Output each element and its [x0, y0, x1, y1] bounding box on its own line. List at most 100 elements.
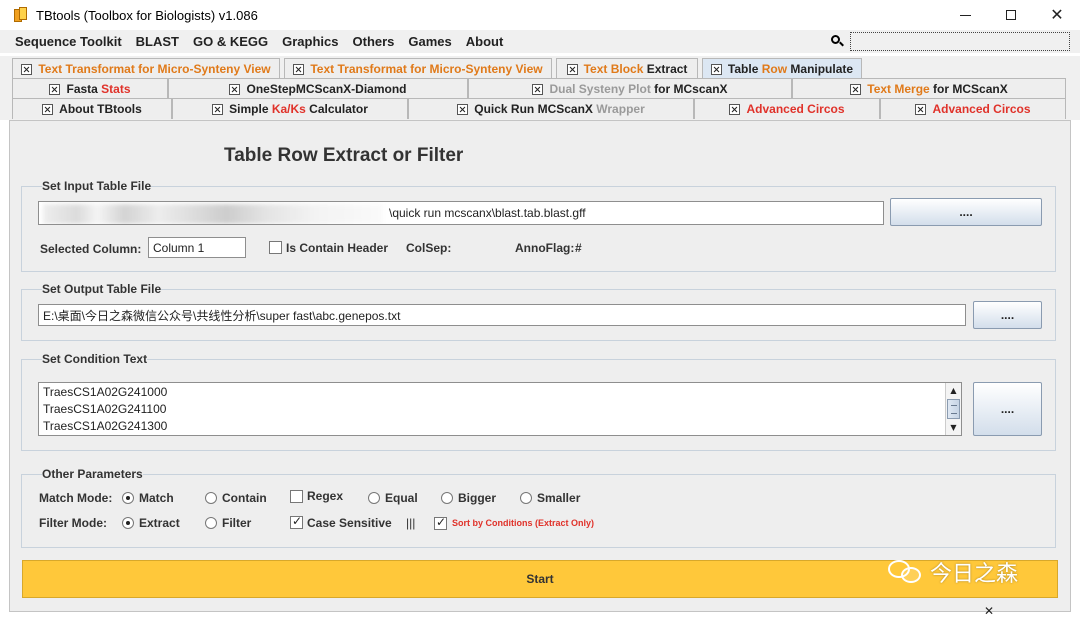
smaller-radio[interactable] [520, 492, 532, 504]
close-tab-icon[interactable] [49, 83, 61, 95]
tab-area: Text Transformat for Micro-Synteny View … [0, 56, 1080, 120]
input-browse-button[interactable]: .... [890, 198, 1042, 226]
tab-label: Text Block Extract [583, 62, 688, 76]
close-tab-icon[interactable] [915, 103, 927, 115]
params-group-title: Other Parameters [42, 467, 143, 481]
title-bar: TBtools (Toolbox for Biologists) v1.086 … [0, 0, 1080, 30]
smaller-option-label: Smaller [537, 491, 581, 505]
params-group: Other Parameters Match Mode: Match Conta… [21, 467, 1056, 548]
equal-radio[interactable] [368, 492, 380, 504]
sort-by-conditions-checkbox[interactable] [434, 515, 447, 530]
tab-label: Quick Run MCScanX Wrapper [474, 102, 645, 116]
tab-simple-kaks[interactable]: Simple Ka/Ks Calculator [172, 98, 408, 119]
close-button[interactable]: ✕ [1034, 0, 1080, 30]
close-tab-icon[interactable] [42, 103, 54, 115]
close-tab-icon[interactable] [21, 63, 33, 75]
maximize-icon [1006, 10, 1016, 20]
close-tab-icon[interactable] [850, 83, 862, 95]
tab-advanced-circos-1[interactable]: Advanced Circos [694, 98, 880, 119]
condition-textarea[interactable]: TraesCS1A02G241000 TraesCS1A02G241100 Tr… [38, 382, 962, 436]
contain-header-checkbox[interactable] [269, 241, 282, 254]
output-path-field[interactable]: E:\桌面\今日之森微信公众号\共线性分析\super fast\abc.gen… [38, 304, 966, 326]
close-tab-icon[interactable] [566, 63, 578, 75]
resize-grip-icon[interactable]: ✕ [984, 604, 994, 618]
tab-text-transformat-2[interactable]: Text Transformat for Micro-Synteny View [284, 58, 552, 79]
condition-browse-button[interactable]: .... [973, 382, 1042, 436]
tab-label: Simple Ka/Ks Calculator [229, 102, 368, 116]
equal-option-label: Equal [385, 491, 418, 505]
menu-games[interactable]: Games [401, 34, 458, 49]
condition-scrollbar[interactable]: ▲ ▼ [945, 383, 961, 435]
tab-text-transformat-1[interactable]: Text Transformat for Micro-Synteny View [12, 58, 280, 79]
condition-group-title: Set Condition Text [42, 352, 148, 366]
tab-label: Text Merge for MCScanX [867, 82, 1008, 96]
window-controls: ✕ [942, 0, 1080, 30]
menu-bar: Sequence Toolkit BLAST GO & KEGG Graphic… [0, 30, 1080, 53]
tab-dual-systeny-plot[interactable]: Dual Systeny Plot for MCscanX [468, 78, 792, 99]
tab-label: Advanced Circos [932, 102, 1031, 116]
close-tab-icon[interactable] [729, 103, 741, 115]
tab-advanced-circos-2[interactable]: Advanced Circos [880, 98, 1066, 119]
menu-others[interactable]: Others [346, 34, 402, 49]
redacted-path [43, 204, 383, 224]
tab-onestep-mcscanx-diamond[interactable]: OneStepMCScanX-Diamond [168, 78, 468, 99]
tab-label: Text Transformat for Micro-Synteny View [310, 62, 543, 76]
menu-graphics[interactable]: Graphics [275, 34, 345, 49]
tab-label: Dual Systeny Plot for MCscanX [549, 82, 728, 96]
params-separator: ||| [406, 516, 416, 530]
match-option-label: Match [139, 491, 174, 505]
input-group-title: Set Input Table File [42, 179, 152, 193]
close-tab-icon[interactable] [532, 83, 544, 95]
case-sensitive-label: Case Sensitive [307, 516, 392, 530]
maximize-button[interactable] [988, 0, 1034, 30]
minimize-icon [959, 14, 971, 16]
extract-radio[interactable] [122, 517, 134, 529]
menu-about[interactable]: About [459, 34, 511, 49]
match-radio[interactable] [122, 492, 134, 504]
output-group-title: Set Output Table File [42, 282, 162, 296]
tab-label: Table Row Manipulate [727, 62, 854, 76]
annoflag-label: AnnoFlag: [515, 241, 575, 255]
scroll-thumb[interactable] [947, 399, 960, 419]
close-tab-icon[interactable] [710, 63, 722, 75]
scroll-up-icon[interactable]: ▲ [947, 384, 960, 397]
window-title: TBtools (Toolbox for Biologists) v1.086 [36, 7, 258, 23]
selected-column-field[interactable]: Column 1 [148, 237, 246, 258]
sort-by-conditions-label: Sort by Conditions (Extract Only) [452, 518, 595, 528]
tab-label: About TBtools [59, 102, 142, 116]
input-path-field[interactable]: \quick run mcscanx\blast.tab.blast.gff [38, 201, 884, 225]
output-browse-button[interactable]: .... [973, 301, 1042, 329]
minimize-button[interactable] [942, 0, 988, 30]
selected-column-label: Selected Column: [40, 242, 142, 256]
extract-option-label: Extract [139, 516, 180, 530]
tab-label: Text Transformat for Micro-Synteny View [38, 62, 271, 76]
annoflag-value: # [575, 241, 582, 255]
output-group: Set Output Table File E:\桌面\今日之森微信公众号\共线… [21, 282, 1056, 341]
condition-line: TraesCS1A02G241000 [43, 385, 168, 399]
tab-fasta-stats[interactable]: Fasta Stats [12, 78, 168, 99]
tab-text-merge-mcscanx[interactable]: Text Merge for MCScanX [792, 78, 1066, 99]
close-icon: ✕ [1050, 7, 1064, 24]
wechat-icon [888, 558, 924, 586]
case-sensitive-checkbox[interactable] [290, 514, 303, 529]
scroll-down-icon[interactable]: ▼ [947, 421, 960, 434]
close-tab-icon[interactable] [293, 63, 305, 75]
match-mode-label: Match Mode: [39, 491, 113, 505]
menu-go-kegg[interactable]: GO & KEGG [186, 34, 275, 49]
close-tab-icon[interactable] [229, 83, 241, 95]
input-group: Set Input Table File \quick run mcscanx\… [21, 179, 1056, 272]
search-input[interactable] [850, 32, 1070, 51]
tab-table-row-manipulate[interactable]: Table Row Manipulate [702, 58, 862, 79]
tab-text-block-extract[interactable]: Text Block Extract [556, 58, 698, 79]
menu-blast[interactable]: BLAST [129, 34, 186, 49]
close-tab-icon[interactable] [212, 103, 224, 115]
close-tab-icon[interactable] [457, 103, 469, 115]
filter-radio[interactable] [205, 517, 217, 529]
regex-label: Regex [307, 489, 344, 503]
tab-quick-run-mcscanx[interactable]: Quick Run MCScanX Wrapper [408, 98, 694, 119]
regex-checkbox[interactable] [290, 490, 303, 503]
tab-about-tbtools[interactable]: About TBtools [12, 98, 172, 119]
contain-radio[interactable] [205, 492, 217, 504]
menu-sequence-toolkit[interactable]: Sequence Toolkit [0, 34, 129, 49]
bigger-radio[interactable] [441, 492, 453, 504]
